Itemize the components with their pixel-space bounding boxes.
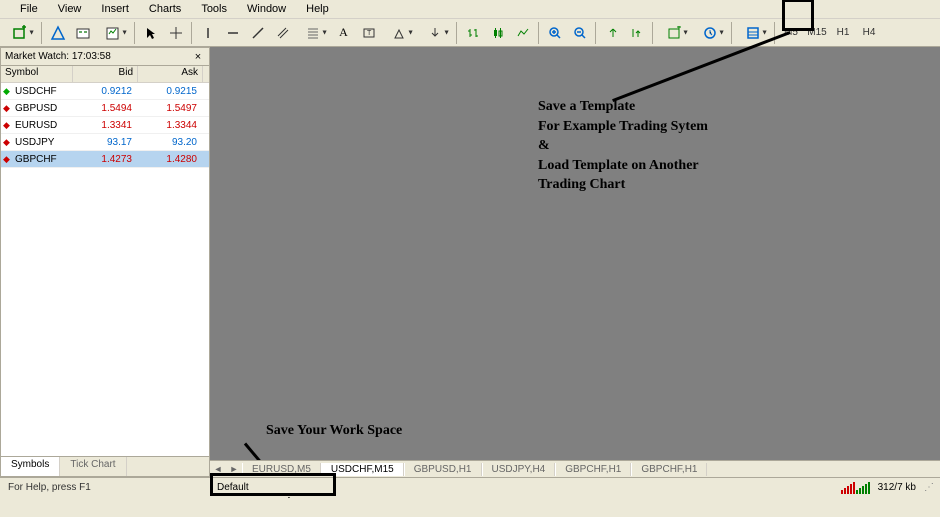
bid-price: 93.17 xyxy=(73,137,138,148)
menu-insert[interactable]: Insert xyxy=(91,1,139,17)
svg-text:T: T xyxy=(367,30,372,37)
periodicity-button[interactable]: ▼ xyxy=(693,21,727,44)
market-watch-panel: Market Watch: 17:03:58 × Symbol Bid Ask … xyxy=(0,47,210,477)
direction-icon: ◆ xyxy=(1,86,13,97)
close-icon[interactable]: × xyxy=(191,50,205,64)
direction-icon: ◆ xyxy=(1,137,13,148)
line-chart-button[interactable] xyxy=(511,21,534,44)
crosshair-button[interactable] xyxy=(164,21,187,44)
menu-charts[interactable]: Charts xyxy=(139,1,191,17)
resize-grip-icon[interactable]: ⋰ xyxy=(924,482,934,493)
timeframe-h4[interactable]: H4 xyxy=(857,22,881,44)
menu-help[interactable]: Help xyxy=(296,1,339,17)
bar-chart-button[interactable] xyxy=(461,21,484,44)
text-label-button[interactable]: T xyxy=(357,21,380,44)
symbol-name: USDCHF xyxy=(13,86,73,97)
menu-window[interactable]: Window xyxy=(237,1,296,17)
chart-tab[interactable]: GBPCHF,H1 xyxy=(555,463,631,476)
menu-view[interactable]: View xyxy=(48,1,92,17)
bid-price: 1.3341 xyxy=(73,120,138,131)
chart-tab[interactable]: USDJPY,H4 xyxy=(482,463,556,476)
trendline-button[interactable] xyxy=(246,21,269,44)
channel-button[interactable] xyxy=(271,21,294,44)
ask-price: 1.3344 xyxy=(138,120,203,131)
metaquotes-button[interactable] xyxy=(46,21,69,44)
annotation-highlight-template xyxy=(782,0,814,31)
tab-symbols[interactable]: Symbols xyxy=(1,457,60,476)
tab-tick-chart[interactable]: Tick Chart xyxy=(60,457,126,476)
menu-tools[interactable]: Tools xyxy=(191,1,237,17)
ask-price: 93.20 xyxy=(138,137,203,148)
text-button[interactable]: A xyxy=(332,21,355,44)
indicators-button[interactable]: ▼ xyxy=(657,21,691,44)
horizontal-line-button[interactable] xyxy=(221,21,244,44)
direction-icon: ◆ xyxy=(1,103,13,114)
chart-tab[interactable]: GBPUSD,H1 xyxy=(404,463,482,476)
new-chart-button[interactable]: ▼ xyxy=(96,21,130,44)
symbol-name: GBPCHF xyxy=(13,154,73,165)
cursor-button[interactable] xyxy=(139,21,162,44)
direction-icon: ◆ xyxy=(1,154,13,165)
vertical-line-button[interactable] xyxy=(196,21,219,44)
fibonacci-button[interactable]: ▼ xyxy=(296,21,330,44)
ask-price: 0.9215 xyxy=(138,86,203,97)
candlestick-button[interactable] xyxy=(486,21,509,44)
market-watch-header: Symbol Bid Ask xyxy=(1,66,209,83)
bid-price: 0.9212 xyxy=(73,86,138,97)
col-symbol[interactable]: Symbol xyxy=(1,66,73,82)
annotation-highlight-profile xyxy=(210,473,336,496)
annotation-template-text: Save a TemplateFor Example Trading Sytem… xyxy=(538,97,708,195)
symbol-name: USDJPY xyxy=(13,137,73,148)
timeframe-h1[interactable]: H1 xyxy=(831,22,855,44)
connection-bars-icon xyxy=(841,482,870,494)
market-watch-title: Market Watch: 17:03:58 xyxy=(5,51,111,62)
symbol-name: GBPUSD xyxy=(13,103,73,114)
zoom-out-button[interactable] xyxy=(568,21,591,44)
col-ask[interactable]: Ask xyxy=(138,66,203,82)
arrows-button[interactable]: ▼ xyxy=(418,21,452,44)
status-traffic: 312/7 kb xyxy=(878,482,916,493)
shapes-button[interactable]: ▼ xyxy=(382,21,416,44)
chart-shift-button[interactable] xyxy=(625,21,648,44)
chart-area[interactable]: Save a TemplateFor Example Trading Sytem… xyxy=(210,47,940,477)
auto-scroll-button[interactable] xyxy=(600,21,623,44)
market-watch-row[interactable]: ◆ GBPCHF 1.4273 1.4280 xyxy=(1,151,209,168)
annotation-workspace-text: Save Your Work Space xyxy=(266,423,402,439)
bid-price: 1.4273 xyxy=(73,154,138,165)
market-watch-row[interactable]: ◆ USDJPY 93.17 93.20 xyxy=(1,134,209,151)
col-bid[interactable]: Bid xyxy=(73,66,138,82)
status-help: For Help, press F1 xyxy=(0,482,210,493)
ask-price: 1.5497 xyxy=(138,103,203,114)
status-bar: For Help, press F1 Default 312/7 kb ⋰ xyxy=(0,477,940,497)
market-watch-row[interactable]: ◆ GBPUSD 1.5494 1.5497 xyxy=(1,100,209,117)
chart-tab[interactable]: GBPCHF,H1 xyxy=(631,463,707,476)
bid-price: 1.5494 xyxy=(73,103,138,114)
expert-advisor-button[interactable] xyxy=(71,21,94,44)
market-watch-row[interactable]: ◆ EURUSD 1.3341 1.3344 xyxy=(1,117,209,134)
market-watch-row[interactable]: ◆ USDCHF 0.9212 0.9215 xyxy=(1,83,209,100)
symbol-name: EURUSD xyxy=(13,120,73,131)
ask-price: 1.4280 xyxy=(138,154,203,165)
new-order-button[interactable]: ▼ xyxy=(3,21,37,44)
menu-file[interactable]: File xyxy=(10,1,48,17)
direction-icon: ◆ xyxy=(1,120,13,131)
zoom-in-button[interactable] xyxy=(543,21,566,44)
